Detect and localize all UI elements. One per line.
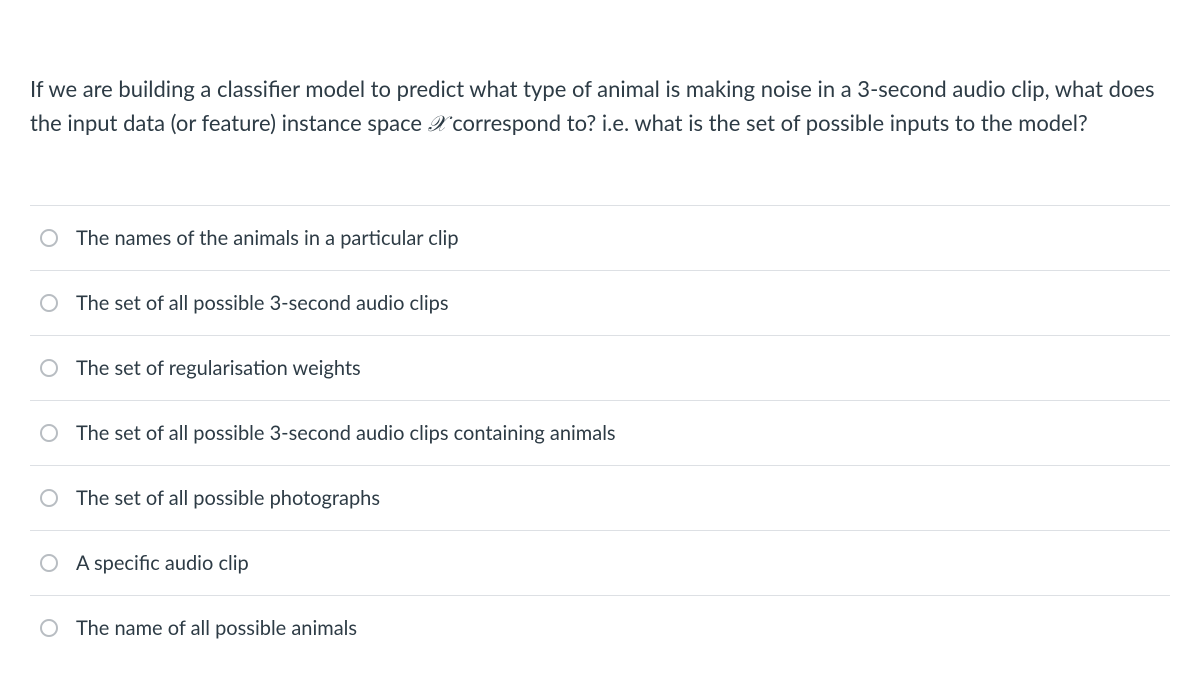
option-label: A specific audio clip [76,549,249,577]
radio-icon [40,294,58,312]
radio-icon [40,229,58,247]
option-label: The set of all possible 3-second audio c… [76,419,616,447]
option-row[interactable]: The set of all possible photographs [30,466,1170,531]
option-row[interactable]: The name of all possible animals [30,596,1170,660]
question-container: If we are building a classifier model to… [0,0,1200,660]
option-row[interactable]: The set of all possible 3-second audio c… [30,271,1170,336]
option-row[interactable]: A specific audio clip [30,531,1170,596]
option-row[interactable]: The names of the animals in a particular… [30,206,1170,271]
radio-icon [40,619,58,637]
question-text-after: correspond to? i.e. what is the set of p… [447,109,1088,136]
options-list: The names of the animals in a particular… [30,205,1170,660]
question-variable: 𝒳 [428,111,447,136]
option-label: The name of all possible animals [76,614,357,642]
option-label: The set of all possible photographs [76,484,380,512]
question-text: If we are building a classifier model to… [30,72,1170,141]
option-label: The names of the animals in a particular… [76,224,459,252]
radio-icon [40,359,58,377]
radio-icon [40,424,58,442]
radio-icon [40,489,58,507]
option-row[interactable]: The set of regularisation weights [30,336,1170,401]
option-row[interactable]: The set of all possible 3-second audio c… [30,401,1170,466]
radio-icon [40,554,58,572]
option-label: The set of regularisation weights [76,354,361,382]
option-label: The set of all possible 3-second audio c… [76,289,449,317]
